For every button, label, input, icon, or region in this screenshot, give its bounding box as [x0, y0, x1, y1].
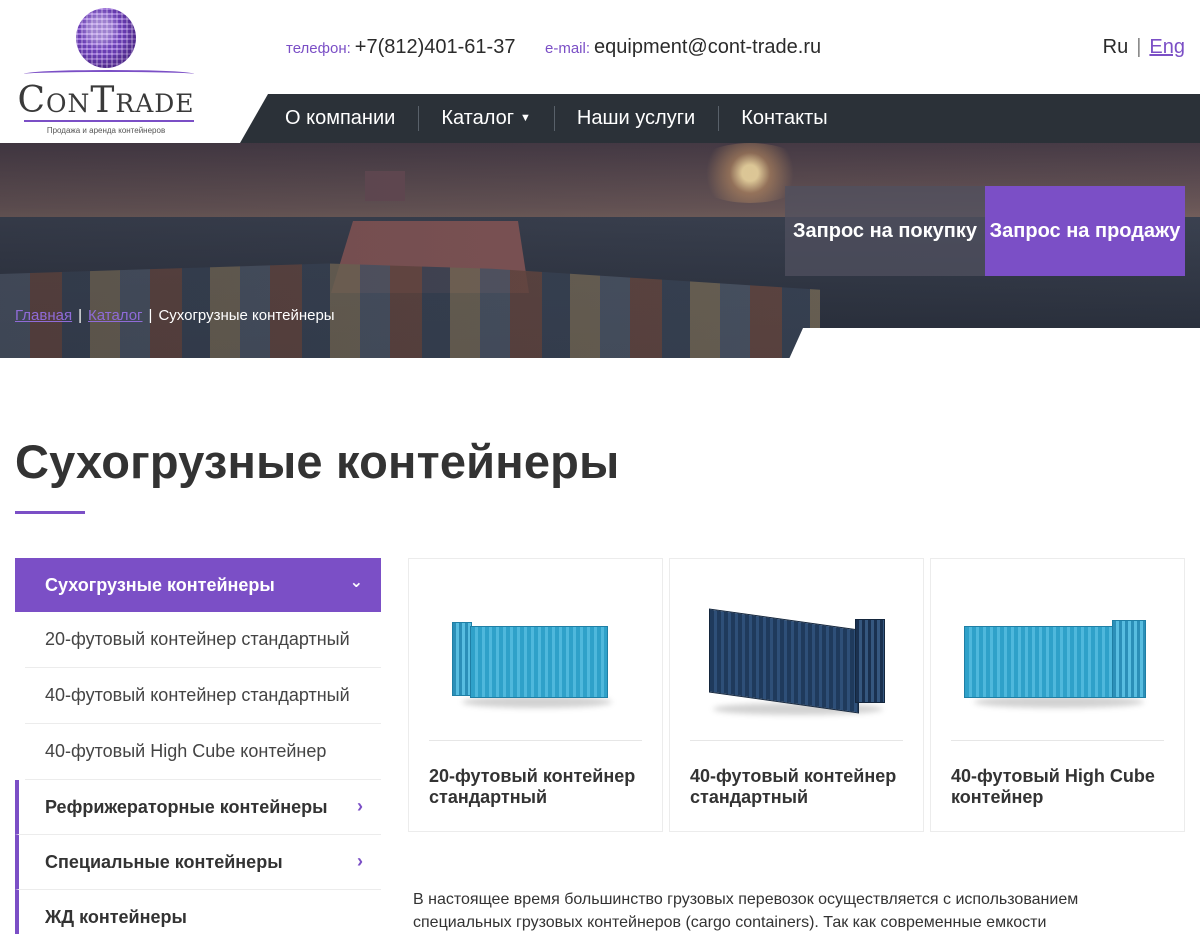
sidebar-item-label: Сухогрузные контейнеры: [45, 574, 275, 595]
product-image[interactable]: [690, 579, 905, 739]
main-nav: О компании Каталог ▼ Наши услуги Контакты: [240, 94, 1200, 143]
sell-request-button[interactable]: Запрос на продажу: [985, 186, 1185, 276]
site-header: ConTrade Продажа и аренда контейнеров те…: [0, 0, 1200, 143]
sidebar-item-dry-containers[interactable]: Сухогрузные контейнеры ⌄: [15, 558, 381, 612]
breadcrumb-separator: |: [148, 307, 153, 324]
product-image[interactable]: [429, 579, 644, 739]
nav-item-about[interactable]: О компании: [285, 94, 418, 143]
logo-text: ConTrade: [17, 80, 195, 121]
sidebar-subitem-40ft-standard[interactable]: 40-футовый контейнер стандартный: [25, 668, 381, 724]
card-divider: [429, 740, 642, 741]
card-divider: [951, 740, 1164, 741]
sidebar-item-rail-containers[interactable]: ЖД контейнеры: [15, 890, 381, 934]
breadcrumb-separator: |: [78, 307, 82, 324]
sidebar-item-label: Рефрижераторные контейнеры: [45, 796, 328, 817]
breadcrumb: Главная | Каталог | Сухогрузные контейнеры: [15, 307, 335, 324]
nav-item-catalog[interactable]: Каталог ▼: [418, 94, 554, 143]
nav-item-services[interactable]: Наши услуги: [553, 94, 718, 143]
logo-tagline: Продажа и аренда контейнеров: [46, 126, 166, 135]
language-switcher: Ru | Eng: [1103, 36, 1185, 59]
breadcrumb-catalog-link[interactable]: Каталог: [88, 307, 143, 324]
nav-label: Наши услуги: [576, 107, 696, 129]
sidebar-item-label: Специальные контейнеры: [45, 851, 283, 872]
hero-banner: Главная | Каталог | Сухогрузные контейнеры З…: [0, 143, 1200, 358]
product-name[interactable]: 40-футовый High Cube контейнер: [951, 766, 1168, 808]
lang-separator: |: [1136, 36, 1142, 58]
nav-item-contacts[interactable]: Контакты: [718, 94, 850, 143]
sidebar-item-label: 40-футовый High Cube контейнер: [45, 741, 327, 761]
phone-label: телефон:: [286, 40, 351, 57]
logo-underline: [24, 120, 194, 122]
email-contact: e-mail: equipment@cont-trade.ru: [545, 36, 821, 59]
sidebar-item-reefer-containers[interactable]: Рефрижераторные контейнеры ›: [15, 780, 381, 835]
title-underline: [15, 511, 85, 514]
email-label: e-mail:: [545, 40, 591, 57]
hero-corner-cut: [785, 328, 1200, 358]
nav-label: Каталог: [441, 107, 515, 129]
product-image[interactable]: [951, 579, 1166, 739]
chevron-right-icon: ›: [357, 851, 363, 871]
product-card[interactable]: 20-футовый контейнер стандартный: [408, 558, 663, 832]
site-logo[interactable]: ConTrade Продажа и аренда контейнеров: [14, 8, 198, 138]
logo-swoosh: [24, 70, 194, 78]
product-card[interactable]: 40-футовый контейнер стандартный: [669, 558, 924, 832]
sidebar-item-label: 40-футовый контейнер стандартный: [45, 685, 350, 705]
sidebar-subitem-20ft-standard[interactable]: 20-футовый контейнер стандартный: [25, 612, 381, 668]
product-name[interactable]: 40-футовый контейнер стандартный: [690, 766, 907, 808]
product-card[interactable]: 40-футовый High Cube контейнер: [930, 558, 1185, 832]
chevron-right-icon: ›: [357, 796, 363, 816]
breadcrumb-current: Сухогрузные контейнеры: [158, 307, 335, 324]
caret-down-icon: ▼: [520, 112, 531, 125]
catalog-sidebar: Сухогрузные контейнеры ⌄ 20-футовый конт…: [15, 558, 381, 934]
lang-ru-link[interactable]: Ru: [1103, 36, 1129, 58]
phone-contact: телефон: +7(812)401-61-37: [286, 36, 515, 59]
buy-request-button[interactable]: Запрос на покупку: [785, 186, 985, 276]
globe-icon: [76, 8, 136, 68]
card-divider: [690, 740, 903, 741]
container-40ft-image: [703, 599, 893, 719]
catalog-description: В настоящее время большинство грузовых п…: [413, 891, 1079, 931]
container-20ft-image: [451, 604, 622, 714]
nav-label: Контакты: [741, 107, 828, 129]
sidebar-item-label: 20-футовый контейнер стандартный: [45, 629, 350, 649]
phone-number[interactable]: +7(812)401-61-37: [355, 36, 516, 58]
product-name[interactable]: 20-футовый контейнер стандартный: [429, 766, 646, 808]
nav-label: О компании: [285, 107, 396, 129]
product-grid: 20-футовый контейнер стандартный 40-футо…: [408, 558, 1185, 832]
page-title: Сухогрузные контейнеры: [15, 435, 620, 488]
sidebar-item-label: ЖД контейнеры: [45, 906, 187, 927]
breadcrumb-home-link[interactable]: Главная: [15, 307, 72, 324]
container-40ft-hc-image: [963, 604, 1154, 714]
sidebar-item-special-containers[interactable]: Специальные контейнеры ›: [15, 835, 381, 890]
email-address[interactable]: equipment@cont-trade.ru: [594, 36, 821, 58]
sidebar-subitem-40ft-high-cube[interactable]: 40-футовый High Cube контейнер: [25, 724, 381, 780]
lang-en-link[interactable]: Eng: [1149, 36, 1185, 58]
chevron-down-icon: ⌄: [349, 574, 363, 591]
